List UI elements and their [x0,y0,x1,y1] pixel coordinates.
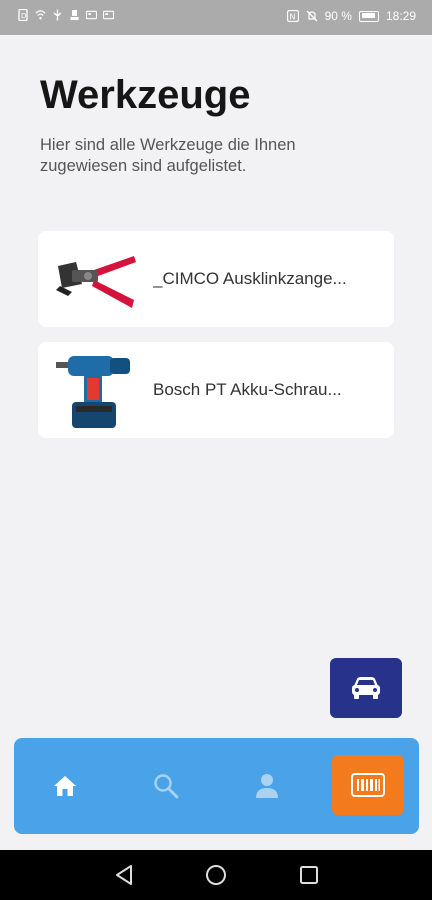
nav-profile[interactable] [227,738,307,834]
notification-icon: D [18,9,28,21]
search-icon [154,774,179,799]
home-icon [54,776,76,796]
recents-square-icon [300,866,318,884]
barcode-scan-icon [351,773,385,797]
tool-card[interactable]: Bosch PT Akku-Schrau... [38,342,394,438]
vehicle-button[interactable] [330,658,402,718]
back-triangle-icon [116,865,132,885]
mail-icon [86,10,97,20]
svg-text:D: D [21,12,26,20]
nav-search[interactable] [126,738,206,834]
page-title: Werkzeuge [40,73,251,117]
page-subtitle: Hier sind alle Werkzeuge die Ihnen zugew… [40,136,296,175]
drill-image [38,342,153,438]
mail-icon-2 [103,10,114,20]
svg-text:N: N [289,13,295,22]
alert-icon [70,10,79,20]
tool-name: _CIMCO Ausklinkzange... [153,269,347,288]
nfc-icon: N [286,10,299,22]
car-icon [352,677,380,699]
recents-button[interactable] [296,862,322,888]
wifi-icon [35,10,46,20]
clock: 18:29 [385,9,416,23]
status-bar: D N 90 % 18:29 [0,0,432,35]
bottom-navigation [14,738,419,834]
home-circle-icon [206,865,226,885]
system-navigation-bar [0,850,432,900]
battery-percent: 90 % [324,9,352,23]
battery-icon [358,10,379,22]
status-icons-left: D [18,9,114,21]
usb-icon [53,9,62,21]
user-icon [256,774,278,798]
back-button[interactable] [111,862,137,888]
nav-scan-button[interactable] [332,755,404,815]
status-icons-right: N 90 % 18:29 [286,9,416,23]
tool-card[interactable]: _CIMCO Ausklinkzange... [38,231,394,327]
mute-icon [306,10,318,22]
nav-home[interactable] [25,738,105,834]
pliers-image [38,231,153,327]
home-system-button[interactable] [203,862,229,888]
tool-name: Bosch PT Akku-Schrau... [153,380,342,399]
